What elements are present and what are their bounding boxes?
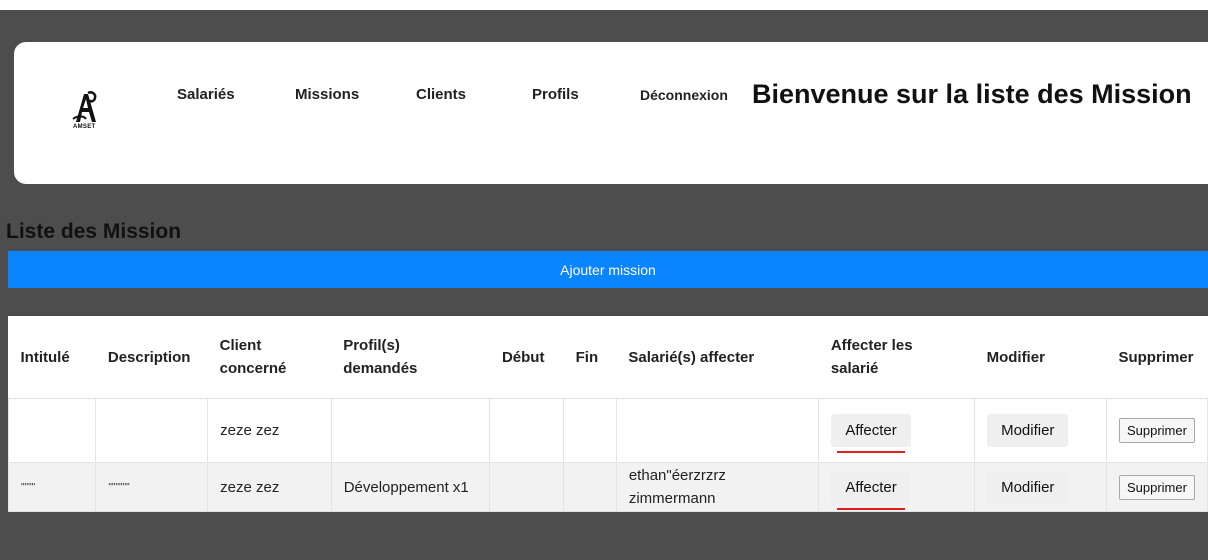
- cell-salaries: ethan"éerzrzrz zimmermann: [615, 462, 820, 512]
- table-header-row: Intitulé Description Client concerné Pro…: [8, 316, 1208, 399]
- amset-logo-icon[interactable]: [62, 88, 106, 138]
- affecter-label: Affecter: [845, 422, 897, 439]
- cell-description: """""": [95, 462, 209, 512]
- affecter-underline: [837, 451, 905, 453]
- table-row: """" """""" zeze zez Développement x1 et…: [7, 462, 1208, 512]
- cell-modifier: Modifier: [974, 462, 1107, 512]
- nav-missions[interactable]: Missions: [295, 86, 359, 103]
- header-description: Description: [95, 316, 208, 399]
- header-debut: Début: [489, 316, 564, 399]
- cell-profils: Développement x1: [330, 462, 491, 512]
- modifier-button[interactable]: Modifier: [987, 414, 1069, 447]
- header-salaries: Salarié(s) affecter: [616, 316, 819, 399]
- nav-profils[interactable]: Profils: [532, 86, 579, 103]
- affecter-button[interactable]: Affecter: [831, 470, 911, 510]
- header-affecter: Affecter les salarié: [818, 316, 975, 399]
- header-intitule: Intitulé: [8, 316, 96, 399]
- list-title: Liste des Mission: [6, 220, 182, 243]
- cell-affecter: Affecter: [818, 462, 976, 512]
- cell-debut: [489, 398, 565, 463]
- cell-affecter: Affecter: [818, 398, 976, 463]
- top-strip: [0, 0, 1208, 10]
- cell-supprimer: Supprimer: [1105, 462, 1208, 512]
- cell-profils: [330, 398, 491, 463]
- nav-deconnexion[interactable]: Déconnexion: [640, 87, 728, 103]
- nav-salaries[interactable]: Salariés: [177, 86, 235, 103]
- affecter-label: Affecter: [845, 478, 897, 496]
- table-row: zeze zez Affecter Modifier Supprimer: [7, 398, 1208, 463]
- header-fin: Fin: [563, 316, 617, 399]
- supprimer-button[interactable]: Supprimer: [1118, 418, 1195, 443]
- cell-intitule: """": [7, 462, 97, 512]
- header-client: Client concerné: [207, 316, 332, 399]
- supprimer-button[interactable]: Supprimer: [1118, 474, 1195, 500]
- cell-intitule: [7, 398, 97, 463]
- nav-clients[interactable]: Clients: [416, 86, 466, 103]
- cell-salaries: [615, 398, 820, 463]
- header-supprimer: Supprimer: [1106, 316, 1208, 399]
- cell-modifier: Modifier: [974, 398, 1107, 463]
- cell-client: zeze zez: [207, 398, 332, 463]
- add-mission-button[interactable]: Ajouter mission: [8, 251, 1208, 288]
- header-profils: Profil(s) demandés: [331, 316, 490, 399]
- header-modifier: Modifier: [974, 316, 1107, 399]
- page-title: Bienvenue sur la liste des Mission: [752, 79, 1192, 109]
- cell-debut: [489, 462, 565, 512]
- affecter-button[interactable]: Affecter: [831, 414, 911, 453]
- modifier-button[interactable]: Modifier: [987, 470, 1069, 504]
- affecter-underline: [837, 507, 905, 510]
- cell-fin: [563, 462, 617, 512]
- missions-table: Intitulé Description Client concerné Pro…: [7, 316, 1208, 512]
- cell-client: zeze zez: [207, 462, 332, 512]
- cell-description: [95, 398, 209, 463]
- logo-text: AMSET: [73, 124, 96, 130]
- cell-supprimer: Supprimer: [1105, 398, 1208, 463]
- cell-fin: [563, 398, 617, 463]
